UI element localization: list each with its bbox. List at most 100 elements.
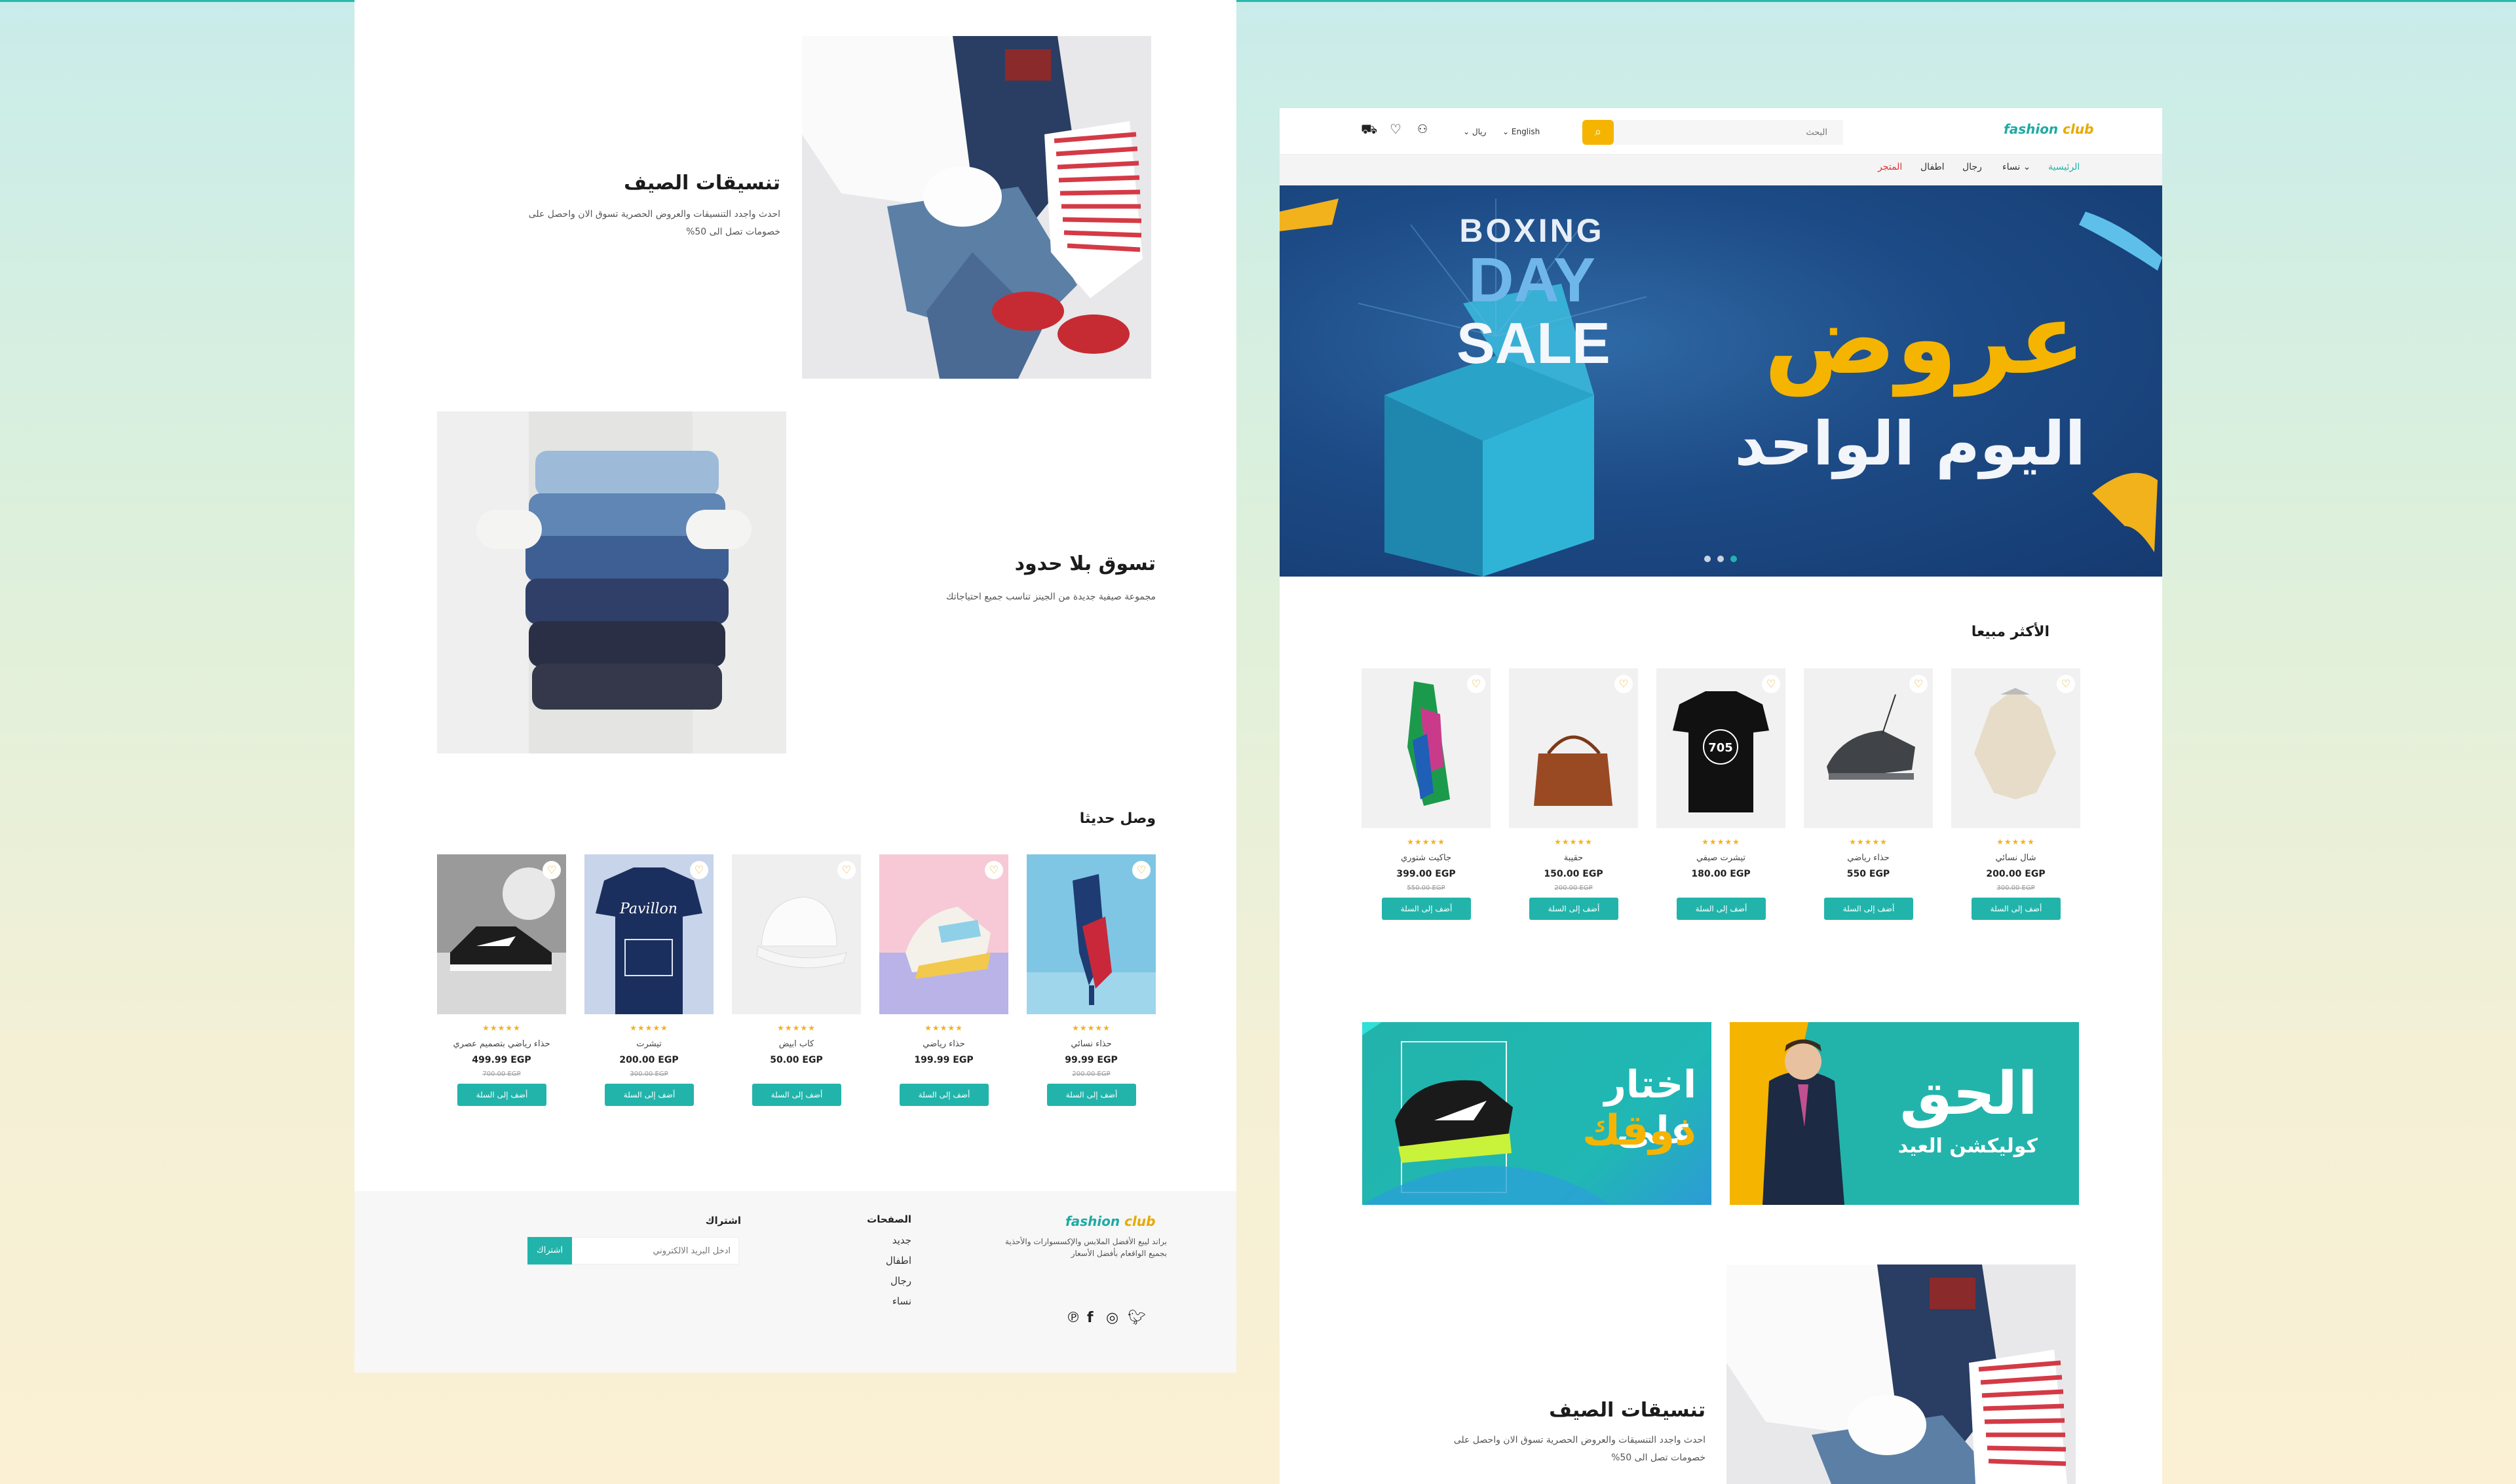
header-logo[interactable]: fashion club — [2004, 121, 2093, 137]
footer-about-line1: براند ليبع الأفضل الملابس والإكسسوارات و… — [1005, 1237, 1167, 1246]
user-icon[interactable]: ⚇ — [1417, 123, 1428, 136]
add-to-cart-button[interactable]: أضف إلى السلة — [752, 1084, 841, 1106]
twitter-icon[interactable]: 🐦︎ — [1128, 1310, 1146, 1326]
heart-icon[interactable]: ♡ — [1390, 121, 1401, 137]
wishlist-heart-icon[interactable]: ♡ — [1132, 861, 1151, 879]
wishlist-heart-icon[interactable]: ♡ — [837, 861, 856, 879]
email-input[interactable] — [571, 1237, 739, 1265]
subscribe-button[interactable]: اشتراك — [527, 1237, 572, 1265]
wishlist-heart-icon[interactable]: ♡ — [2057, 675, 2075, 693]
currency-select[interactable]: ⌄ ريال — [1463, 127, 1486, 136]
product-image[interactable]: Pavillon — [584, 854, 714, 1014]
hero-offer-subtitle: اليوم الواحد — [1734, 409, 2086, 479]
product-card[interactable]: ♡ ★★★★★ حذاء نسائي 99.99 EGP 200.00 EGP … — [1027, 854, 1156, 1118]
product-image[interactable] — [732, 854, 861, 1014]
summer-desc-line2: خصومات تصل الى 50% — [1611, 1453, 1706, 1463]
product-image[interactable] — [1027, 854, 1156, 1014]
summer-desc-line2: خصومات تصل الى 50% — [686, 227, 780, 237]
nav-women[interactable]: نساء ⌄ — [2002, 162, 2030, 172]
product-card[interactable]: ♡ ★★★★★ جاكيت شتوري 399.00 EGP 550.00 EG… — [1362, 668, 1491, 932]
footer-link-new[interactable]: جديد — [826, 1234, 911, 1246]
product-name[interactable]: حذاء نسائي — [1027, 1039, 1156, 1049]
product-image[interactable] — [1362, 668, 1491, 828]
eid-collection-banner[interactable]: الحق كوليكشن العيد — [1730, 1022, 2079, 1205]
footer-link-men[interactable]: رجال — [826, 1275, 911, 1287]
product-card[interactable]: Pavillon ♡ ★★★★★ تيشرت 200.00 EGP 300.00… — [584, 854, 714, 1118]
product-old-price: 200.00 EGP — [1554, 885, 1593, 892]
slider-dot-active[interactable] — [1730, 556, 1737, 562]
language-select[interactable]: ⌄ English — [1502, 127, 1540, 136]
product-name[interactable]: تيشرت — [584, 1039, 714, 1049]
product-name[interactable]: حذاء رياضي — [1804, 853, 1933, 863]
add-to-cart-button[interactable]: أضف إلى السلة — [1824, 898, 1913, 920]
product-name[interactable]: تيشرت صيفي — [1656, 853, 1785, 863]
product-name[interactable]: شال نسائي — [1951, 853, 2080, 863]
svg-text:705: 705 — [1708, 741, 1733, 755]
left-page-panel: تنسيقات الصيف احدث واجدد التنسيقات والعر… — [354, 0, 1236, 1373]
product-image[interactable] — [1509, 668, 1638, 828]
add-to-cart-button[interactable]: أضف إلى السلة — [1382, 898, 1471, 920]
rating-stars: ★★★★★ — [924, 1023, 963, 1033]
product-card[interactable]: 705 ♡ ★★★★★ تيشرت صيفي 180.00 EGP أضف إل… — [1656, 668, 1785, 932]
cart-icon[interactable]: ⛟ — [1361, 121, 1377, 139]
add-to-cart-button[interactable]: أضف إلى السلة — [1047, 1084, 1136, 1106]
add-to-cart-button[interactable]: أضف إلى السلة — [1972, 898, 2061, 920]
product-card[interactable]: ♡ ★★★★★ حذاء رياضي 199.99 EGP أضف إلى ال… — [879, 854, 1008, 1118]
add-to-cart-button[interactable]: أضف إلى السلة — [1529, 898, 1618, 920]
product-card[interactable]: ♡ ★★★★★ حذاء رياضي بتصميم عصري 499.99 EG… — [437, 854, 566, 1118]
product-name[interactable]: كاب ابيض — [732, 1039, 861, 1049]
summer-title: تنسيقات الصيف — [624, 172, 780, 195]
wishlist-heart-icon[interactable]: ♡ — [1909, 675, 1928, 693]
slider-dot[interactable] — [1704, 556, 1711, 562]
nav-store[interactable]: المتجر — [1878, 162, 1902, 172]
product-price: 200.00 EGP — [619, 1055, 679, 1065]
wishlist-heart-icon[interactable]: ♡ — [543, 861, 561, 879]
slider-dot[interactable] — [1717, 556, 1724, 562]
jeans-stack-image — [437, 411, 786, 753]
footer-logo[interactable]: fashion club — [1065, 1213, 1155, 1229]
product-card[interactable]: ♡ ★★★★★ كاب ابيض 50.00 EGP أضف إلى السلة — [732, 854, 861, 1118]
product-price: 199.99 EGP — [914, 1055, 974, 1065]
add-to-cart-button[interactable]: أضف إلى السلة — [900, 1084, 989, 1106]
wishlist-heart-icon[interactable]: ♡ — [1467, 675, 1485, 693]
wishlist-heart-icon[interactable]: ♡ — [985, 861, 1003, 879]
product-name[interactable]: حذاء رياضي بتصميم عصري — [437, 1039, 566, 1049]
product-name[interactable]: جاكيت شتوري — [1362, 853, 1491, 863]
search-input[interactable] — [1614, 120, 1843, 145]
add-to-cart-button[interactable]: أضف إلى السلة — [457, 1084, 546, 1106]
summer-outfit-image — [802, 36, 1151, 379]
wishlist-heart-icon[interactable]: ♡ — [1614, 675, 1633, 693]
product-image[interactable] — [1804, 668, 1933, 828]
product-image[interactable] — [1951, 668, 2080, 828]
rating-stars: ★★★★★ — [630, 1023, 668, 1033]
pinterest-icon[interactable]: ℗ — [1066, 1310, 1080, 1326]
add-to-cart-button[interactable]: أضف إلى السلة — [605, 1084, 694, 1106]
add-to-cart-button[interactable]: أضف إلى السلة — [1677, 898, 1766, 920]
product-card[interactable]: ♡ ★★★★★ حذاء رياضي 550 EGP أضف إلى السلة — [1804, 668, 1933, 932]
footer-link-women[interactable]: نساء — [826, 1295, 911, 1307]
wishlist-heart-icon[interactable]: ♡ — [690, 861, 708, 879]
summer-desc-line1: احدث واجدد التنسيقات والعروض الحصرية تسو… — [528, 209, 780, 219]
search-button[interactable]: ⌕ — [1582, 120, 1614, 145]
product-name[interactable]: حذاء رياضي — [879, 1039, 1008, 1049]
product-image[interactable] — [879, 854, 1008, 1014]
nav-men[interactable]: رجال — [1962, 162, 1982, 172]
product-old-price: 300.00 EGP — [1996, 885, 2035, 892]
product-image[interactable]: 705 — [1656, 668, 1785, 828]
wishlist-heart-icon[interactable]: ♡ — [1762, 675, 1780, 693]
instagram-icon[interactable]: ◎ — [1106, 1310, 1118, 1326]
choose-your-taste-banner[interactable]: اختار على ذوقك — [1362, 1022, 1711, 1205]
nav-home[interactable]: الرئيسية — [2048, 162, 2080, 172]
summer-desc-line1: احدث واجدد التنسيقات والعروض الحصرية تسو… — [1453, 1435, 1706, 1445]
hero-slider[interactable]: BOXING DAY SALE عروض اليوم الواحد — [1280, 185, 2162, 577]
product-name[interactable]: حقيبة — [1509, 853, 1638, 863]
rating-stars: ★★★★★ — [482, 1023, 521, 1033]
product-card[interactable]: ♡ ★★★★★ حقيبة 150.00 EGP 200.00 EGP أضف … — [1509, 668, 1638, 932]
facebook-icon[interactable]: f — [1087, 1310, 1094, 1326]
product-image[interactable] — [437, 854, 566, 1014]
svg-text:Pavillon: Pavillon — [619, 901, 677, 917]
footer-link-kids[interactable]: اطفال — [826, 1255, 911, 1266]
product-old-price: 550.00 EGP — [1407, 885, 1445, 892]
product-card[interactable]: ♡ ★★★★★ شال نسائي 200.00 EGP 300.00 EGP … — [1951, 668, 2080, 932]
nav-kids[interactable]: اطفال — [1920, 162, 1945, 172]
